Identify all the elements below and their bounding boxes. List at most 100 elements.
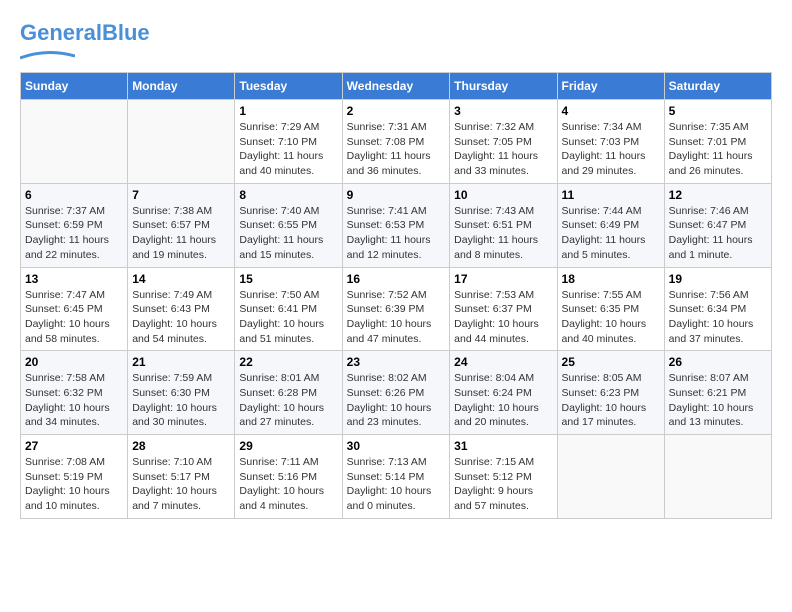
calendar-cell: [128, 100, 235, 184]
day-info: Sunrise: 7:46 AM Sunset: 6:47 PM Dayligh…: [669, 204, 767, 263]
day-number: 30: [347, 439, 446, 453]
day-info: Sunrise: 7:13 AM Sunset: 5:14 PM Dayligh…: [347, 455, 446, 514]
logo-text: GeneralBlue: [20, 20, 150, 46]
weekday-header-saturday: Saturday: [664, 73, 771, 100]
weekday-header-monday: Monday: [128, 73, 235, 100]
day-number: 17: [454, 272, 552, 286]
day-info: Sunrise: 7:31 AM Sunset: 7:08 PM Dayligh…: [347, 120, 446, 179]
calendar-cell: 12 Sunrise: 7:46 AM Sunset: 6:47 PM Dayli…: [664, 183, 771, 267]
day-info: Sunrise: 7:44 AM Sunset: 6:49 PM Dayligh…: [562, 204, 660, 263]
calendar-cell: 20Sunrise: 7:58 AM Sunset: 6:32 PM Dayli…: [21, 351, 128, 435]
calendar-cell: 16Sunrise: 7:52 AM Sunset: 6:39 PM Dayli…: [342, 267, 450, 351]
day-number: 22: [239, 355, 337, 369]
day-number: 19: [669, 272, 767, 286]
day-info: Sunrise: 7:32 AM Sunset: 7:05 PM Dayligh…: [454, 120, 552, 179]
calendar-week-row: 1 Sunrise: 7:29 AM Sunset: 7:10 PM Daylig…: [21, 100, 772, 184]
calendar-cell: 24Sunrise: 8:04 AM Sunset: 6:24 PM Dayli…: [450, 351, 557, 435]
day-info: Sunrise: 7:43 AM Sunset: 6:51 PM Dayligh…: [454, 204, 552, 263]
day-number: 10: [454, 188, 552, 202]
day-number: 8: [239, 188, 337, 202]
calendar-cell: 26 Sunrise: 8:07 AM Sunset: 6:21 PM Dayli…: [664, 351, 771, 435]
day-info: Sunrise: 7:15 AM Sunset: 5:12 PM Dayligh…: [454, 455, 552, 514]
calendar-cell: 3 Sunrise: 7:32 AM Sunset: 7:05 PM Daylig…: [450, 100, 557, 184]
logo-blue: Blue: [102, 20, 150, 45]
day-number: 9: [347, 188, 446, 202]
day-info: Sunrise: 7:29 AM Sunset: 7:10 PM Dayligh…: [239, 120, 337, 179]
day-number: 14: [132, 272, 230, 286]
day-info: Sunrise: 7:58 AM Sunset: 6:32 PM Dayligh…: [25, 371, 123, 430]
logo-general: General: [20, 20, 102, 45]
calendar-cell: 1 Sunrise: 7:29 AM Sunset: 7:10 PM Daylig…: [235, 100, 342, 184]
weekday-header-tuesday: Tuesday: [235, 73, 342, 100]
weekday-header-wednesday: Wednesday: [342, 73, 450, 100]
calendar-cell: 2 Sunrise: 7:31 AM Sunset: 7:08 PM Daylig…: [342, 100, 450, 184]
calendar-cell: 14 Sunrise: 7:49 AM Sunset: 6:43 PM Dayli…: [128, 267, 235, 351]
calendar-cell: [557, 435, 664, 519]
calendar-cell: 15 Sunrise: 7:50 AM Sunset: 6:41 PM Dayli…: [235, 267, 342, 351]
day-info: Sunrise: 7:10 AM Sunset: 5:17 PM Dayligh…: [132, 455, 230, 514]
day-number: 12: [669, 188, 767, 202]
day-info: Sunrise: 8:07 AM Sunset: 6:21 PM Dayligh…: [669, 371, 767, 430]
day-info: Sunrise: 7:08 AM Sunset: 5:19 PM Dayligh…: [25, 455, 123, 514]
day-number: 4: [562, 104, 660, 118]
day-number: 27: [25, 439, 123, 453]
calendar-cell: [21, 100, 128, 184]
calendar-cell: 4 Sunrise: 7:34 AM Sunset: 7:03 PM Daylig…: [557, 100, 664, 184]
calendar-cell: 11 Sunrise: 7:44 AM Sunset: 6:49 PM Dayli…: [557, 183, 664, 267]
calendar-cell: 19 Sunrise: 7:56 AM Sunset: 6:34 PM Dayli…: [664, 267, 771, 351]
day-number: 21: [132, 355, 230, 369]
day-number: 11: [562, 188, 660, 202]
day-number: 23: [347, 355, 446, 369]
day-info: Sunrise: 7:35 AM Sunset: 7:01 PM Dayligh…: [669, 120, 767, 179]
day-info: Sunrise: 8:01 AM Sunset: 6:28 PM Dayligh…: [239, 371, 337, 430]
calendar-table: SundayMondayTuesdayWednesdayThursdayFrid…: [20, 72, 772, 519]
day-number: 18: [562, 272, 660, 286]
day-number: 24: [454, 355, 552, 369]
calendar-week-row: 27 Sunrise: 7:08 AM Sunset: 5:19 PM Dayli…: [21, 435, 772, 519]
day-number: 6: [25, 188, 123, 202]
calendar-week-row: 13Sunrise: 7:47 AM Sunset: 6:45 PM Dayli…: [21, 267, 772, 351]
day-info: Sunrise: 7:34 AM Sunset: 7:03 PM Dayligh…: [562, 120, 660, 179]
day-info: Sunrise: 7:50 AM Sunset: 6:41 PM Dayligh…: [239, 288, 337, 347]
calendar-cell: 5 Sunrise: 7:35 AM Sunset: 7:01 PM Daylig…: [664, 100, 771, 184]
day-info: Sunrise: 7:53 AM Sunset: 6:37 PM Dayligh…: [454, 288, 552, 347]
calendar-cell: 28Sunrise: 7:10 AM Sunset: 5:17 PM Dayli…: [128, 435, 235, 519]
calendar-cell: 17 Sunrise: 7:53 AM Sunset: 6:37 PM Dayli…: [450, 267, 557, 351]
calendar-week-row: 6 Sunrise: 7:37 AM Sunset: 6:59 PM Daylig…: [21, 183, 772, 267]
day-number: 2: [347, 104, 446, 118]
calendar-cell: 6 Sunrise: 7:37 AM Sunset: 6:59 PM Daylig…: [21, 183, 128, 267]
day-info: Sunrise: 7:11 AM Sunset: 5:16 PM Dayligh…: [239, 455, 337, 514]
calendar-body: 1 Sunrise: 7:29 AM Sunset: 7:10 PM Daylig…: [21, 100, 772, 519]
calendar-cell: 31 Sunrise: 7:15 AM Sunset: 5:12 PM Dayli…: [450, 435, 557, 519]
day-info: Sunrise: 7:40 AM Sunset: 6:55 PM Dayligh…: [239, 204, 337, 263]
day-number: 3: [454, 104, 552, 118]
weekday-header-friday: Friday: [557, 73, 664, 100]
day-number: 25: [562, 355, 660, 369]
day-number: 15: [239, 272, 337, 286]
day-number: 7: [132, 188, 230, 202]
day-info: Sunrise: 8:02 AM Sunset: 6:26 PM Dayligh…: [347, 371, 446, 430]
day-info: Sunrise: 7:47 AM Sunset: 6:45 PM Dayligh…: [25, 288, 123, 347]
day-info: Sunrise: 7:55 AM Sunset: 6:35 PM Dayligh…: [562, 288, 660, 347]
calendar-cell: 25Sunrise: 8:05 AM Sunset: 6:23 PM Dayli…: [557, 351, 664, 435]
day-info: Sunrise: 7:56 AM Sunset: 6:34 PM Dayligh…: [669, 288, 767, 347]
calendar-cell: 8 Sunrise: 7:40 AM Sunset: 6:55 PM Daylig…: [235, 183, 342, 267]
day-number: 5: [669, 104, 767, 118]
logo: GeneralBlue: [20, 20, 150, 62]
calendar-header-row: SundayMondayTuesdayWednesdayThursdayFrid…: [21, 73, 772, 100]
calendar-cell: 7 Sunrise: 7:38 AM Sunset: 6:57 PM Daylig…: [128, 183, 235, 267]
day-number: 26: [669, 355, 767, 369]
weekday-header-sunday: Sunday: [21, 73, 128, 100]
day-info: Sunrise: 7:49 AM Sunset: 6:43 PM Dayligh…: [132, 288, 230, 347]
day-number: 16: [347, 272, 446, 286]
calendar-cell: 13Sunrise: 7:47 AM Sunset: 6:45 PM Dayli…: [21, 267, 128, 351]
day-info: Sunrise: 7:59 AM Sunset: 6:30 PM Dayligh…: [132, 371, 230, 430]
day-info: Sunrise: 7:38 AM Sunset: 6:57 PM Dayligh…: [132, 204, 230, 263]
day-number: 1: [239, 104, 337, 118]
calendar-cell: 29 Sunrise: 7:11 AM Sunset: 5:16 PM Dayli…: [235, 435, 342, 519]
calendar-cell: 30 Sunrise: 7:13 AM Sunset: 5:14 PM Dayli…: [342, 435, 450, 519]
day-number: 29: [239, 439, 337, 453]
day-number: 31: [454, 439, 552, 453]
day-info: Sunrise: 7:37 AM Sunset: 6:59 PM Dayligh…: [25, 204, 123, 263]
calendar-cell: 18 Sunrise: 7:55 AM Sunset: 6:35 PM Dayli…: [557, 267, 664, 351]
